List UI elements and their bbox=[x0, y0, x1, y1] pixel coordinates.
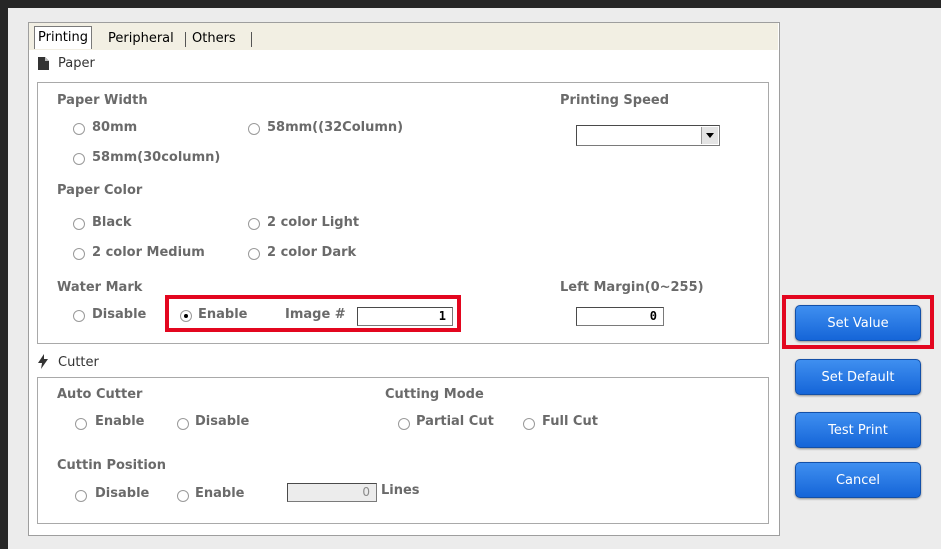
radio-58mm-32column[interactable] bbox=[248, 123, 260, 135]
left-margin-label: Left Margin(0~255) bbox=[560, 280, 704, 295]
radio-2color-medium[interactable] bbox=[73, 248, 85, 260]
radio-autocutter-enable[interactable] bbox=[75, 418, 87, 430]
radio-full-cut[interactable] bbox=[523, 418, 535, 430]
document-icon bbox=[38, 57, 49, 70]
radio-cutpos-enable[interactable] bbox=[177, 490, 189, 502]
radio-cutpos-disable-label: Disable bbox=[95, 486, 150, 501]
radio-2color-medium-label: 2 color Medium bbox=[92, 245, 205, 260]
radio-color-black[interactable] bbox=[73, 218, 85, 230]
watermark-highlight-box bbox=[165, 295, 461, 332]
cancel-button[interactable]: Cancel bbox=[795, 462, 921, 498]
paper-section-title: Paper bbox=[58, 56, 95, 71]
water-mark-label: Water Mark bbox=[57, 280, 143, 295]
cutter-section-title: Cutter bbox=[58, 355, 99, 370]
radio-color-black-label: Black bbox=[92, 215, 132, 230]
tab-printing[interactable]: Printing bbox=[34, 26, 93, 49]
radio-80mm[interactable] bbox=[73, 123, 85, 135]
set-default-button[interactable]: Set Default bbox=[795, 359, 921, 395]
left-margin-input[interactable]: 0 bbox=[576, 307, 664, 326]
lightning-icon bbox=[38, 354, 48, 369]
paper-color-label: Paper Color bbox=[57, 183, 143, 198]
window-top-border bbox=[0, 0, 941, 8]
tab-separator bbox=[251, 32, 252, 47]
radio-autocutter-enable-label: Enable bbox=[95, 414, 145, 429]
window-left-border bbox=[0, 0, 8, 549]
auto-cutter-label: Auto Cutter bbox=[57, 387, 143, 402]
printing-speed-select[interactable] bbox=[576, 125, 720, 146]
radio-watermark-disable-label: Disable bbox=[92, 307, 147, 322]
radio-watermark-disable[interactable] bbox=[73, 310, 85, 322]
tab-separator bbox=[185, 32, 186, 47]
radio-autocutter-disable-label: Disable bbox=[195, 414, 250, 429]
radio-cutpos-enable-label: Enable bbox=[195, 486, 245, 501]
radio-2color-dark-label: 2 color Dark bbox=[267, 245, 357, 260]
radio-cutpos-disable[interactable] bbox=[75, 490, 87, 502]
tab-others[interactable]: Others bbox=[189, 28, 239, 49]
cutting-position-label: Cuttin Position bbox=[57, 458, 166, 473]
screenshot-frame: Printing Peripheral Others Paper Paper W… bbox=[0, 0, 941, 549]
paper-width-label: Paper Width bbox=[57, 93, 148, 108]
printing-speed-label: Printing Speed bbox=[560, 93, 670, 108]
cutting-mode-label: Cutting Mode bbox=[385, 387, 484, 402]
radio-full-cut-label: Full Cut bbox=[542, 414, 598, 429]
test-print-button[interactable]: Test Print bbox=[795, 412, 921, 448]
tab-peripheral[interactable]: Peripheral bbox=[105, 28, 177, 49]
radio-58mm-30column[interactable] bbox=[73, 153, 85, 165]
radio-partial-cut-label: Partial Cut bbox=[416, 414, 494, 429]
radio-58mm-32column-label: 58mm((32Column) bbox=[267, 120, 404, 135]
radio-58mm-30column-label: 58mm(30column) bbox=[92, 150, 221, 165]
lines-unit-label: Lines bbox=[381, 483, 420, 498]
chevron-down-icon[interactable] bbox=[701, 127, 718, 144]
radio-80mm-label: 80mm bbox=[92, 120, 138, 135]
radio-2color-light[interactable] bbox=[248, 218, 260, 230]
radio-autocutter-disable[interactable] bbox=[177, 418, 189, 430]
radio-2color-dark[interactable] bbox=[248, 248, 260, 260]
cutting-position-lines-input[interactable]: 0 bbox=[287, 483, 377, 502]
radio-partial-cut[interactable] bbox=[398, 418, 410, 430]
radio-2color-light-label: 2 color Light bbox=[267, 215, 360, 230]
set-value-highlight-box bbox=[782, 295, 934, 349]
